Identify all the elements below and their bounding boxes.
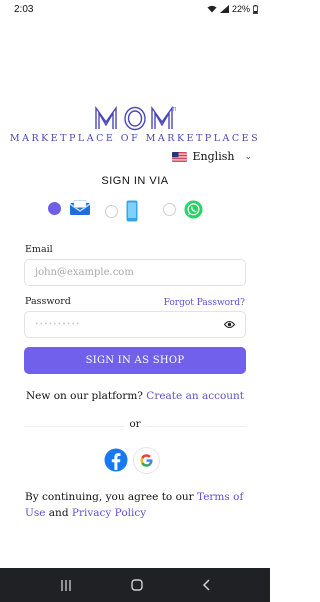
- signin-methods: [48, 200, 218, 226]
- register-prompt-text: New on our platform?: [25, 390, 143, 402]
- status-bar: 2:03 22%: [0, 0, 270, 18]
- svg-text:TM: TM: [172, 107, 176, 113]
- radio-phone[interactable]: [105, 204, 118, 218]
- language-selector[interactable]: English ⌄: [171, 150, 252, 163]
- logo-tagline: MARKETPLACE OF MARKETPLACES: [9, 133, 261, 144]
- forgot-password-link[interactable]: Forgot Password?: [164, 298, 245, 308]
- password-field[interactable]: ••••••••••: [24, 311, 246, 338]
- or-label: or: [124, 418, 146, 430]
- password-placeholder: ••••••••••: [35, 321, 81, 328]
- us-flag-icon: [171, 151, 187, 162]
- register-prompt: New on our platform? Create an account: [0, 390, 270, 402]
- logo-mark: TM: [0, 104, 270, 132]
- terms-text: By continuing, you agree to our Terms of…: [25, 489, 250, 521]
- status-time: 2:03: [14, 3, 34, 15]
- language-label: English: [192, 150, 235, 163]
- social-login: [103, 447, 160, 474]
- privacy-policy-link[interactable]: Privacy Policy: [72, 507, 146, 519]
- facebook-login-button[interactable]: [103, 447, 129, 473]
- email-placeholder: john@example.com: [35, 267, 134, 278]
- battery-percent: 22%: [231, 4, 250, 14]
- back-icon[interactable]: [202, 579, 210, 591]
- google-icon: [140, 454, 153, 467]
- radio-email[interactable]: [48, 201, 61, 215]
- password-label: Password: [25, 296, 71, 307]
- battery-icon: [253, 4, 258, 14]
- envelope-icon: [69, 200, 91, 215]
- eye-icon[interactable]: [224, 320, 235, 329]
- method-email[interactable]: [48, 200, 91, 216]
- create-account-link[interactable]: Create an account: [146, 390, 244, 402]
- system-nav-bar: [0, 568, 270, 602]
- google-login-button[interactable]: [133, 447, 160, 474]
- status-icons: 22%: [207, 4, 258, 14]
- email-field[interactable]: john@example.com: [24, 259, 246, 286]
- brand-logo: TM MARKETPLACE OF MARKETPLACES: [0, 104, 270, 144]
- whatsapp-icon: [184, 200, 203, 219]
- recent-apps-icon[interactable]: [60, 579, 72, 591]
- radio-whatsapp[interactable]: [163, 203, 176, 216]
- facebook-icon: [104, 448, 128, 472]
- signal-icon: [219, 5, 229, 13]
- method-phone[interactable]: [105, 200, 138, 222]
- phone-icon: [126, 200, 138, 222]
- wifi-icon: [207, 5, 217, 13]
- sign-in-button[interactable]: SIGN IN AS SHOP: [24, 347, 246, 374]
- signin-via-heading: SIGN IN VIA: [101, 175, 169, 187]
- email-label: Email: [25, 244, 53, 255]
- terms-and: and: [48, 507, 69, 519]
- terms-prefix: By continuing, you agree to our: [25, 491, 194, 503]
- chevron-down-icon: ⌄: [244, 151, 252, 162]
- method-whatsapp[interactable]: [163, 200, 203, 219]
- home-icon[interactable]: [131, 579, 143, 591]
